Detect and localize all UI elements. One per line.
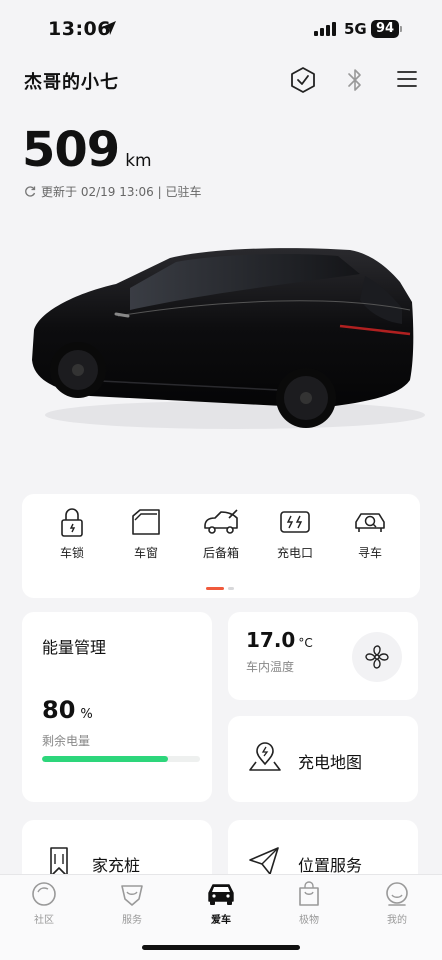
quick-controls-card: 车锁 车窗 后备箱 充电口 寻车 — [22, 494, 420, 598]
community-icon — [32, 882, 56, 906]
tab-shop-label: 极物 — [299, 915, 319, 926]
app-header: 杰哥的小七 — [0, 60, 442, 100]
home-indicator[interactable] — [142, 945, 300, 950]
tab-car[interactable]: 爱车 — [186, 881, 256, 926]
fan-icon — [365, 645, 389, 669]
tab-shop[interactable]: 极物 — [274, 881, 344, 926]
control-lock[interactable]: 车锁 — [42, 506, 102, 561]
charge-map-card[interactable]: 充电地图 — [228, 716, 418, 802]
status-bar: 13:06 5G 94 — [0, 0, 442, 58]
temperature-value: 17.0 — [246, 628, 296, 652]
shop-bag-icon — [299, 881, 319, 906]
pager-dot-active — [206, 587, 224, 590]
range-value: 509 — [22, 122, 120, 178]
temperature-display: 17.0 °C — [246, 628, 313, 652]
climate-fan-button[interactable] — [352, 632, 402, 682]
update-status[interactable]: 更新于 02/19 13:06 | 已驻车 — [24, 183, 201, 200]
cabin-temperature-card[interactable]: 17.0 °C 车内温度 — [228, 612, 418, 700]
car-icon — [208, 884, 234, 905]
energy-management-card[interactable]: 能量管理 80 % 剩余电量 — [22, 612, 212, 802]
temperature-unit: °C — [298, 636, 313, 650]
map-pin-charge-icon — [249, 742, 281, 771]
refresh-icon[interactable] — [24, 185, 36, 198]
network-type: 5G — [344, 20, 367, 38]
battery-cap — [400, 26, 402, 32]
range-display: 509 km — [22, 122, 152, 178]
controls-pager[interactable] — [206, 587, 234, 590]
location-service-label: 位置服务 — [298, 856, 363, 875]
bluetooth-icon[interactable] — [346, 66, 364, 94]
range-unit: km — [125, 151, 152, 171]
energy-title: 能量管理 — [42, 638, 107, 657]
control-lock-label: 车锁 — [59, 546, 84, 560]
car-image — [32, 248, 425, 429]
update-text: 更新于 02/19 13:06 | 已驻车 — [41, 185, 202, 199]
paper-plane-icon — [249, 847, 279, 875]
control-window-label: 车窗 — [133, 546, 158, 560]
tab-car-label: 爱车 — [211, 915, 231, 926]
trunk-icon — [204, 509, 238, 534]
location-arrow-icon — [102, 21, 116, 35]
pager-dot — [228, 587, 234, 590]
control-charge-port[interactable]: 充电口 — [265, 506, 325, 561]
window-icon — [132, 509, 160, 535]
control-find-car-label: 寻车 — [357, 546, 382, 560]
control-find-car[interactable]: 寻车 — [340, 506, 400, 561]
tab-service-label: 服务 — [122, 915, 142, 926]
shield-check-icon[interactable] — [290, 66, 316, 94]
control-window[interactable]: 车窗 — [116, 506, 176, 561]
battery-percent-value: 80 — [42, 696, 76, 724]
charge-map-label: 充电地图 — [298, 753, 363, 772]
lock-icon — [61, 508, 83, 537]
battery-percentage: 80 % — [42, 696, 93, 724]
profile-icon — [386, 882, 408, 906]
battery-percent-unit: % — [80, 707, 93, 722]
battery-level-fill — [42, 756, 169, 762]
car-name[interactable]: 杰哥的小七 — [24, 68, 119, 94]
menu-icon[interactable] — [396, 69, 418, 89]
tab-service[interactable]: 服务 — [97, 881, 167, 926]
tab-profile-label: 我的 — [387, 915, 407, 926]
home-charger-label: 家充桩 — [92, 856, 141, 875]
tab-profile[interactable]: 我的 — [362, 881, 432, 926]
service-icon — [121, 885, 143, 906]
battery-subtitle: 剩余电量 — [42, 734, 91, 748]
temperature-subtitle: 车内温度 — [246, 660, 295, 674]
charge-port-icon — [280, 511, 310, 533]
control-trunk[interactable]: 后备箱 — [191, 506, 251, 561]
control-charge-port-label: 充电口 — [276, 546, 313, 560]
control-trunk-label: 后备箱 — [202, 546, 239, 560]
cellular-signal-icon — [314, 22, 336, 36]
battery-indicator: 94 — [371, 20, 400, 38]
battery-level-bar — [42, 756, 200, 762]
tab-community-label: 社区 — [34, 915, 54, 926]
find-car-icon — [355, 513, 385, 532]
tab-community[interactable]: 社区 — [9, 881, 79, 926]
